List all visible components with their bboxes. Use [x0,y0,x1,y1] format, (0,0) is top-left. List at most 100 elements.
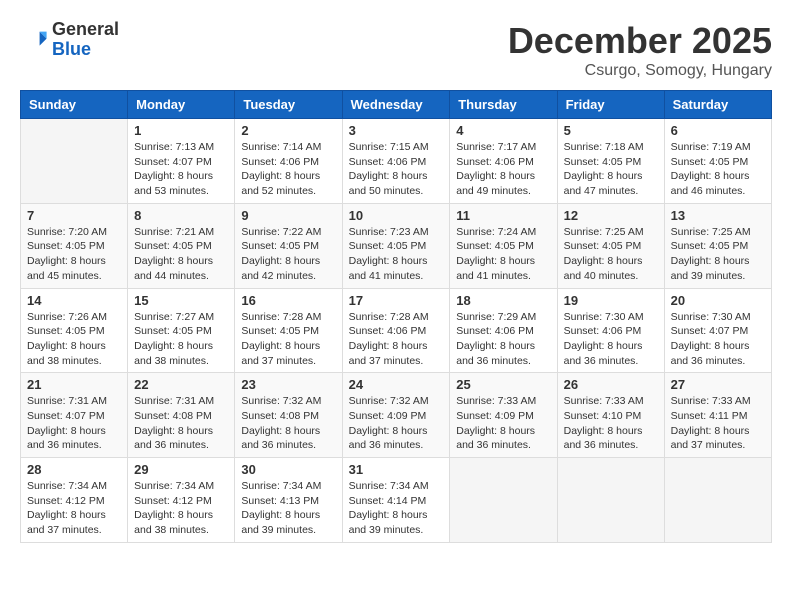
calendar-cell: 22 Sunrise: 7:31 AM Sunset: 4:08 PM Dayli… [128,373,235,458]
day-number: 9 [241,208,335,223]
day-info: Sunrise: 7:19 AM Sunset: 4:05 PM Dayligh… [671,140,765,199]
calendar-cell: 24 Sunrise: 7:32 AM Sunset: 4:09 PM Dayli… [342,373,450,458]
calendar-cell: 19 Sunrise: 7:30 AM Sunset: 4:06 PM Dayli… [557,288,664,373]
logo-icon [20,26,48,54]
day-number: 13 [671,208,765,223]
calendar-table: SundayMondayTuesdayWednesdayThursdayFrid… [20,90,772,543]
calendar-cell: 20 Sunrise: 7:30 AM Sunset: 4:07 PM Dayli… [664,288,771,373]
day-header-thursday: Thursday [450,91,557,119]
calendar-cell [557,458,664,543]
day-header-saturday: Saturday [664,91,771,119]
day-info: Sunrise: 7:17 AM Sunset: 4:06 PM Dayligh… [456,140,550,199]
calendar-cell: 21Sunrise: 7:31 AM Sunset: 4:07 PM Dayli… [21,373,128,458]
day-number: 26 [564,377,658,392]
location-subtitle: Csurgo, Somogy, Hungary [508,62,772,80]
day-number: 24 [349,377,444,392]
calendar-cell: 28 Sunrise: 7:34 AM Sunset: 4:12 PM Dayli… [21,458,128,543]
calendar-cell: 1 Sunrise: 7:13 AM Sunset: 4:07 PM Daylig… [128,119,235,204]
day-info: Sunrise: 7:32 AM Sunset: 4:09 PM Dayligh… [349,394,444,453]
logo-general-text: General [52,20,119,40]
day-info: Sunrise: 7:30 AM Sunset: 4:06 PM Dayligh… [564,310,658,369]
day-info: Sunrise: 7:20 AM Sunset: 4:05 PM Dayligh… [27,225,121,284]
calendar-header: SundayMondayTuesdayWednesdayThursdayFrid… [21,91,772,119]
day-info: Sunrise: 7:27 AM Sunset: 4:05 PM Dayligh… [134,310,228,369]
day-info: Sunrise: 7:33 AM Sunset: 4:10 PM Dayligh… [564,394,658,453]
calendar-cell: 15 Sunrise: 7:27 AM Sunset: 4:05 PM Dayli… [128,288,235,373]
calendar-cell: 4Sunrise: 7:17 AM Sunset: 4:06 PM Daylig… [450,119,557,204]
day-number: 28 [27,462,121,477]
day-info: Sunrise: 7:34 AM Sunset: 4:12 PM Dayligh… [27,479,121,538]
day-number: 2 [241,123,335,138]
day-number: 27 [671,377,765,392]
day-info: Sunrise: 7:13 AM Sunset: 4:07 PM Dayligh… [134,140,228,199]
calendar-cell: 6 Sunrise: 7:19 AM Sunset: 4:05 PM Daylig… [664,119,771,204]
calendar-cell: 25 Sunrise: 7:33 AM Sunset: 4:09 PM Dayli… [450,373,557,458]
month-title: December 2025 [508,20,772,62]
calendar-cell: 5Sunrise: 7:18 AM Sunset: 4:05 PM Daylig… [557,119,664,204]
calendar-cell: 17Sunrise: 7:28 AM Sunset: 4:06 PM Dayli… [342,288,450,373]
calendar-cell: 26 Sunrise: 7:33 AM Sunset: 4:10 PM Dayli… [557,373,664,458]
day-info: Sunrise: 7:15 AM Sunset: 4:06 PM Dayligh… [349,140,444,199]
day-number: 1 [134,123,228,138]
day-number: 10 [349,208,444,223]
calendar-cell [664,458,771,543]
calendar-cell: 13Sunrise: 7:25 AM Sunset: 4:05 PM Dayli… [664,203,771,288]
logo-text: General Blue [52,20,119,60]
calendar-cell: 27 Sunrise: 7:33 AM Sunset: 4:11 PM Dayli… [664,373,771,458]
calendar-week-3: 14Sunrise: 7:26 AM Sunset: 4:05 PM Dayli… [21,288,772,373]
day-info: Sunrise: 7:22 AM Sunset: 4:05 PM Dayligh… [241,225,335,284]
day-number: 15 [134,293,228,308]
day-number: 30 [241,462,335,477]
calendar-week-1: 1 Sunrise: 7:13 AM Sunset: 4:07 PM Daylig… [21,119,772,204]
calendar-cell: 23Sunrise: 7:32 AM Sunset: 4:08 PM Dayli… [235,373,342,458]
day-info: Sunrise: 7:33 AM Sunset: 4:11 PM Dayligh… [671,394,765,453]
day-info: Sunrise: 7:31 AM Sunset: 4:08 PM Dayligh… [134,394,228,453]
day-info: Sunrise: 7:34 AM Sunset: 4:14 PM Dayligh… [349,479,444,538]
day-number: 20 [671,293,765,308]
day-number: 12 [564,208,658,223]
calendar-cell: 9 Sunrise: 7:22 AM Sunset: 4:05 PM Daylig… [235,203,342,288]
day-headers-row: SundayMondayTuesdayWednesdayThursdayFrid… [21,91,772,119]
calendar-body: 1 Sunrise: 7:13 AM Sunset: 4:07 PM Daylig… [21,119,772,543]
calendar-week-5: 28 Sunrise: 7:34 AM Sunset: 4:12 PM Dayli… [21,458,772,543]
day-info: Sunrise: 7:23 AM Sunset: 4:05 PM Dayligh… [349,225,444,284]
page-header: General Blue December 2025 Csurgo, Somog… [20,20,772,80]
day-info: Sunrise: 7:31 AM Sunset: 4:07 PM Dayligh… [27,394,121,453]
calendar-cell: 31Sunrise: 7:34 AM Sunset: 4:14 PM Dayli… [342,458,450,543]
day-header-friday: Friday [557,91,664,119]
day-number: 7 [27,208,121,223]
day-info: Sunrise: 7:32 AM Sunset: 4:08 PM Dayligh… [241,394,335,453]
logo-blue-text: Blue [52,40,119,60]
day-header-tuesday: Tuesday [235,91,342,119]
day-info: Sunrise: 7:25 AM Sunset: 4:05 PM Dayligh… [564,225,658,284]
day-info: Sunrise: 7:30 AM Sunset: 4:07 PM Dayligh… [671,310,765,369]
calendar-week-2: 7 Sunrise: 7:20 AM Sunset: 4:05 PM Daylig… [21,203,772,288]
day-number: 19 [564,293,658,308]
day-number: 18 [456,293,550,308]
logo: General Blue [20,20,119,60]
calendar-cell [21,119,128,204]
calendar-cell: 14Sunrise: 7:26 AM Sunset: 4:05 PM Dayli… [21,288,128,373]
day-number: 3 [349,123,444,138]
calendar-cell: 16Sunrise: 7:28 AM Sunset: 4:05 PM Dayli… [235,288,342,373]
calendar-cell: 29Sunrise: 7:34 AM Sunset: 4:12 PM Dayli… [128,458,235,543]
day-number: 29 [134,462,228,477]
calendar-cell: 11Sunrise: 7:24 AM Sunset: 4:05 PM Dayli… [450,203,557,288]
day-number: 8 [134,208,228,223]
day-info: Sunrise: 7:28 AM Sunset: 4:05 PM Dayligh… [241,310,335,369]
day-info: Sunrise: 7:24 AM Sunset: 4:05 PM Dayligh… [456,225,550,284]
day-number: 14 [27,293,121,308]
calendar-cell [450,458,557,543]
calendar-cell: 30Sunrise: 7:34 AM Sunset: 4:13 PM Dayli… [235,458,342,543]
day-number: 6 [671,123,765,138]
day-info: Sunrise: 7:28 AM Sunset: 4:06 PM Dayligh… [349,310,444,369]
day-header-monday: Monday [128,91,235,119]
day-header-wednesday: Wednesday [342,91,450,119]
calendar-cell: 8Sunrise: 7:21 AM Sunset: 4:05 PM Daylig… [128,203,235,288]
day-info: Sunrise: 7:33 AM Sunset: 4:09 PM Dayligh… [456,394,550,453]
calendar-cell: 3 Sunrise: 7:15 AM Sunset: 4:06 PM Daylig… [342,119,450,204]
day-number: 25 [456,377,550,392]
day-info: Sunrise: 7:29 AM Sunset: 4:06 PM Dayligh… [456,310,550,369]
day-number: 5 [564,123,658,138]
day-number: 22 [134,377,228,392]
